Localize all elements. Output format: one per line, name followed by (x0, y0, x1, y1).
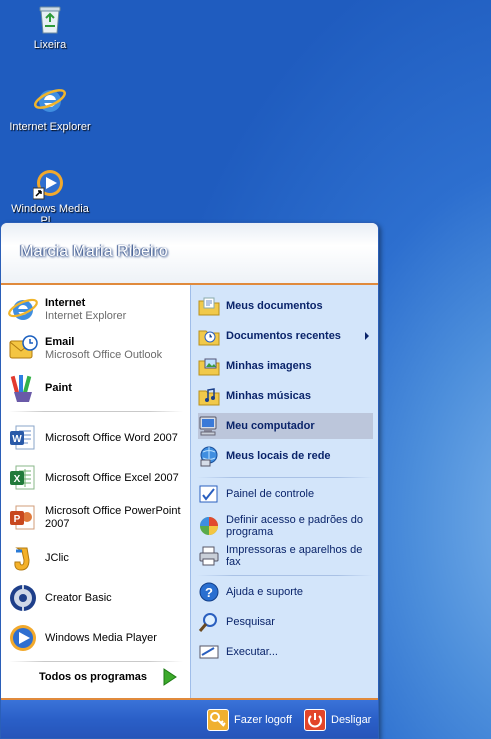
start-menu-programs-pane: Internet Internet Explorer Email Microso… (1, 285, 190, 698)
svg-text:X: X (14, 474, 21, 485)
my-documents-icon (198, 295, 220, 317)
svg-text:?: ? (205, 585, 213, 600)
place-my-computer[interactable]: Meu computador (198, 413, 373, 439)
logoff-button[interactable]: Fazer logoff (207, 709, 292, 731)
setting-label: Painel de controle (226, 488, 315, 500)
recycle-bin-icon (33, 2, 67, 36)
printers-icon (198, 545, 220, 567)
setting-label: Impressoras e aparelhos de fax (226, 544, 363, 568)
submenu-arrow-icon (365, 332, 369, 340)
program-defaults-icon (198, 515, 220, 537)
setting-label: Definir acesso e padrões do programa (226, 514, 363, 538)
recent-item-media-player[interactable]: Windows Media Player (7, 622, 157, 654)
pinned-item-title: Paint (45, 381, 72, 394)
paint-icon (7, 372, 39, 404)
green-arrow-icon (159, 667, 179, 687)
shutdown-button[interactable]: Desligar (304, 709, 371, 731)
start-menu-footer: Fazer logoff Desligar (1, 698, 378, 738)
separator (9, 411, 183, 412)
place-my-music[interactable]: Minhas músicas (198, 383, 373, 409)
svg-text:W: W (12, 434, 22, 445)
place-label: Minhas imagens (226, 360, 312, 372)
tool-label: Pesquisar (226, 616, 275, 628)
all-programs-label: Todos os programas (39, 671, 147, 683)
place-label: Meus locais de rede (226, 450, 331, 462)
place-network-places[interactable]: Meus locais de rede (198, 443, 373, 469)
help-icon: ? (198, 581, 220, 603)
recent-item-label: Microsoft Office Word 2007 (45, 431, 178, 444)
jclic-icon (7, 542, 39, 574)
creator-basic-icon (7, 582, 39, 614)
place-my-pictures[interactable]: Minhas imagens (198, 353, 373, 379)
setting-control-panel[interactable]: Painel de controle (198, 481, 373, 507)
recent-item-label: Windows Media Player (45, 631, 157, 644)
run-icon (198, 641, 220, 663)
my-music-icon (198, 385, 220, 407)
media-player-icon (7, 622, 39, 654)
place-label: Meus documentos (226, 300, 323, 312)
setting-program-defaults[interactable]: Definir acesso e padrões do programa (198, 511, 373, 541)
shutdown-label: Desligar (331, 714, 372, 726)
pinned-item-subtitle: Internet Explorer (45, 310, 127, 322)
tool-label: Ajuda e suporte (226, 586, 304, 598)
desktop-icon-label: Internet Explorer (9, 121, 91, 133)
network-places-icon (198, 445, 220, 467)
key-icon (207, 709, 229, 731)
start-menu-header: Marcia Maria Ribeiro (1, 223, 378, 285)
recent-item-creator-basic[interactable]: Creator Basic (7, 582, 112, 614)
recent-item-word[interactable]: W Microsoft Office Word 2007 (7, 422, 178, 454)
tool-help[interactable]: ? Ajuda e suporte (198, 579, 373, 605)
separator (197, 575, 373, 576)
internet-explorer-icon (7, 294, 39, 326)
pinned-item-paint[interactable]: Paint (7, 372, 72, 404)
logoff-label: Fazer logoff (234, 714, 292, 726)
separator (197, 477, 373, 478)
control-panel-icon (198, 483, 220, 505)
pinned-item-subtitle: Microsoft Office Outlook (45, 349, 163, 361)
recent-item-jclic[interactable]: JClic (7, 542, 69, 574)
place-label: Meu computador (226, 420, 315, 432)
place-my-documents[interactable]: Meus documentos (198, 293, 373, 319)
pinned-item-title: Email (45, 336, 75, 348)
recent-item-powerpoint[interactable]: P Microsoft Office PowerPoint 2007 (7, 502, 185, 534)
desktop-icon-label: Lixeira (33, 39, 67, 51)
all-programs-button[interactable]: Todos os programas (29, 665, 184, 689)
excel-icon: X (7, 462, 39, 494)
desktop-icon-recycle-bin[interactable]: Lixeira (5, 2, 95, 51)
desktop-icon-media-player[interactable]: Windows Media Pl... (5, 166, 95, 227)
my-computer-icon (198, 415, 220, 437)
internet-explorer-icon (33, 84, 67, 118)
recent-item-excel[interactable]: X Microsoft Office Excel 2007 (7, 462, 179, 494)
powerpoint-icon: P (7, 502, 39, 534)
start-menu: Marcia Maria Ribeiro Internet Internet E… (0, 222, 379, 739)
word-icon: W (7, 422, 39, 454)
tool-search[interactable]: Pesquisar (198, 609, 373, 635)
pinned-item-email[interactable]: Email Microsoft Office Outlook (7, 333, 162, 365)
separator (9, 661, 183, 662)
place-recent-documents[interactable]: Documentos recentes (198, 323, 373, 349)
pinned-item-internet[interactable]: Internet Internet Explorer (7, 294, 126, 326)
recent-item-label: JClic (45, 551, 69, 564)
tool-run[interactable]: Executar... (198, 639, 373, 665)
power-icon (304, 709, 326, 731)
svg-text:P: P (14, 514, 21, 525)
tool-label: Executar... (226, 646, 278, 658)
start-menu-places-pane: Meus documentos Documentos recentes Minh… (190, 285, 378, 698)
recent-item-label: Creator Basic (45, 591, 112, 604)
my-pictures-icon (198, 355, 220, 377)
media-player-icon (32, 166, 67, 200)
setting-printers[interactable]: Impressoras e aparelhos de fax (198, 541, 373, 571)
outlook-icon (7, 333, 39, 365)
desktop-icon-internet-explorer[interactable]: Internet Explorer (5, 84, 95, 133)
user-name: Marcia Maria Ribeiro (20, 243, 168, 260)
pinned-item-title: Internet (45, 297, 86, 309)
recent-documents-icon (198, 325, 220, 347)
search-icon (198, 611, 220, 633)
place-label: Documentos recentes (226, 330, 341, 342)
recent-item-label: Microsoft Office Excel 2007 (45, 471, 179, 484)
place-label: Minhas músicas (226, 390, 311, 402)
recent-item-label: Microsoft Office PowerPoint 2007 (45, 505, 181, 530)
